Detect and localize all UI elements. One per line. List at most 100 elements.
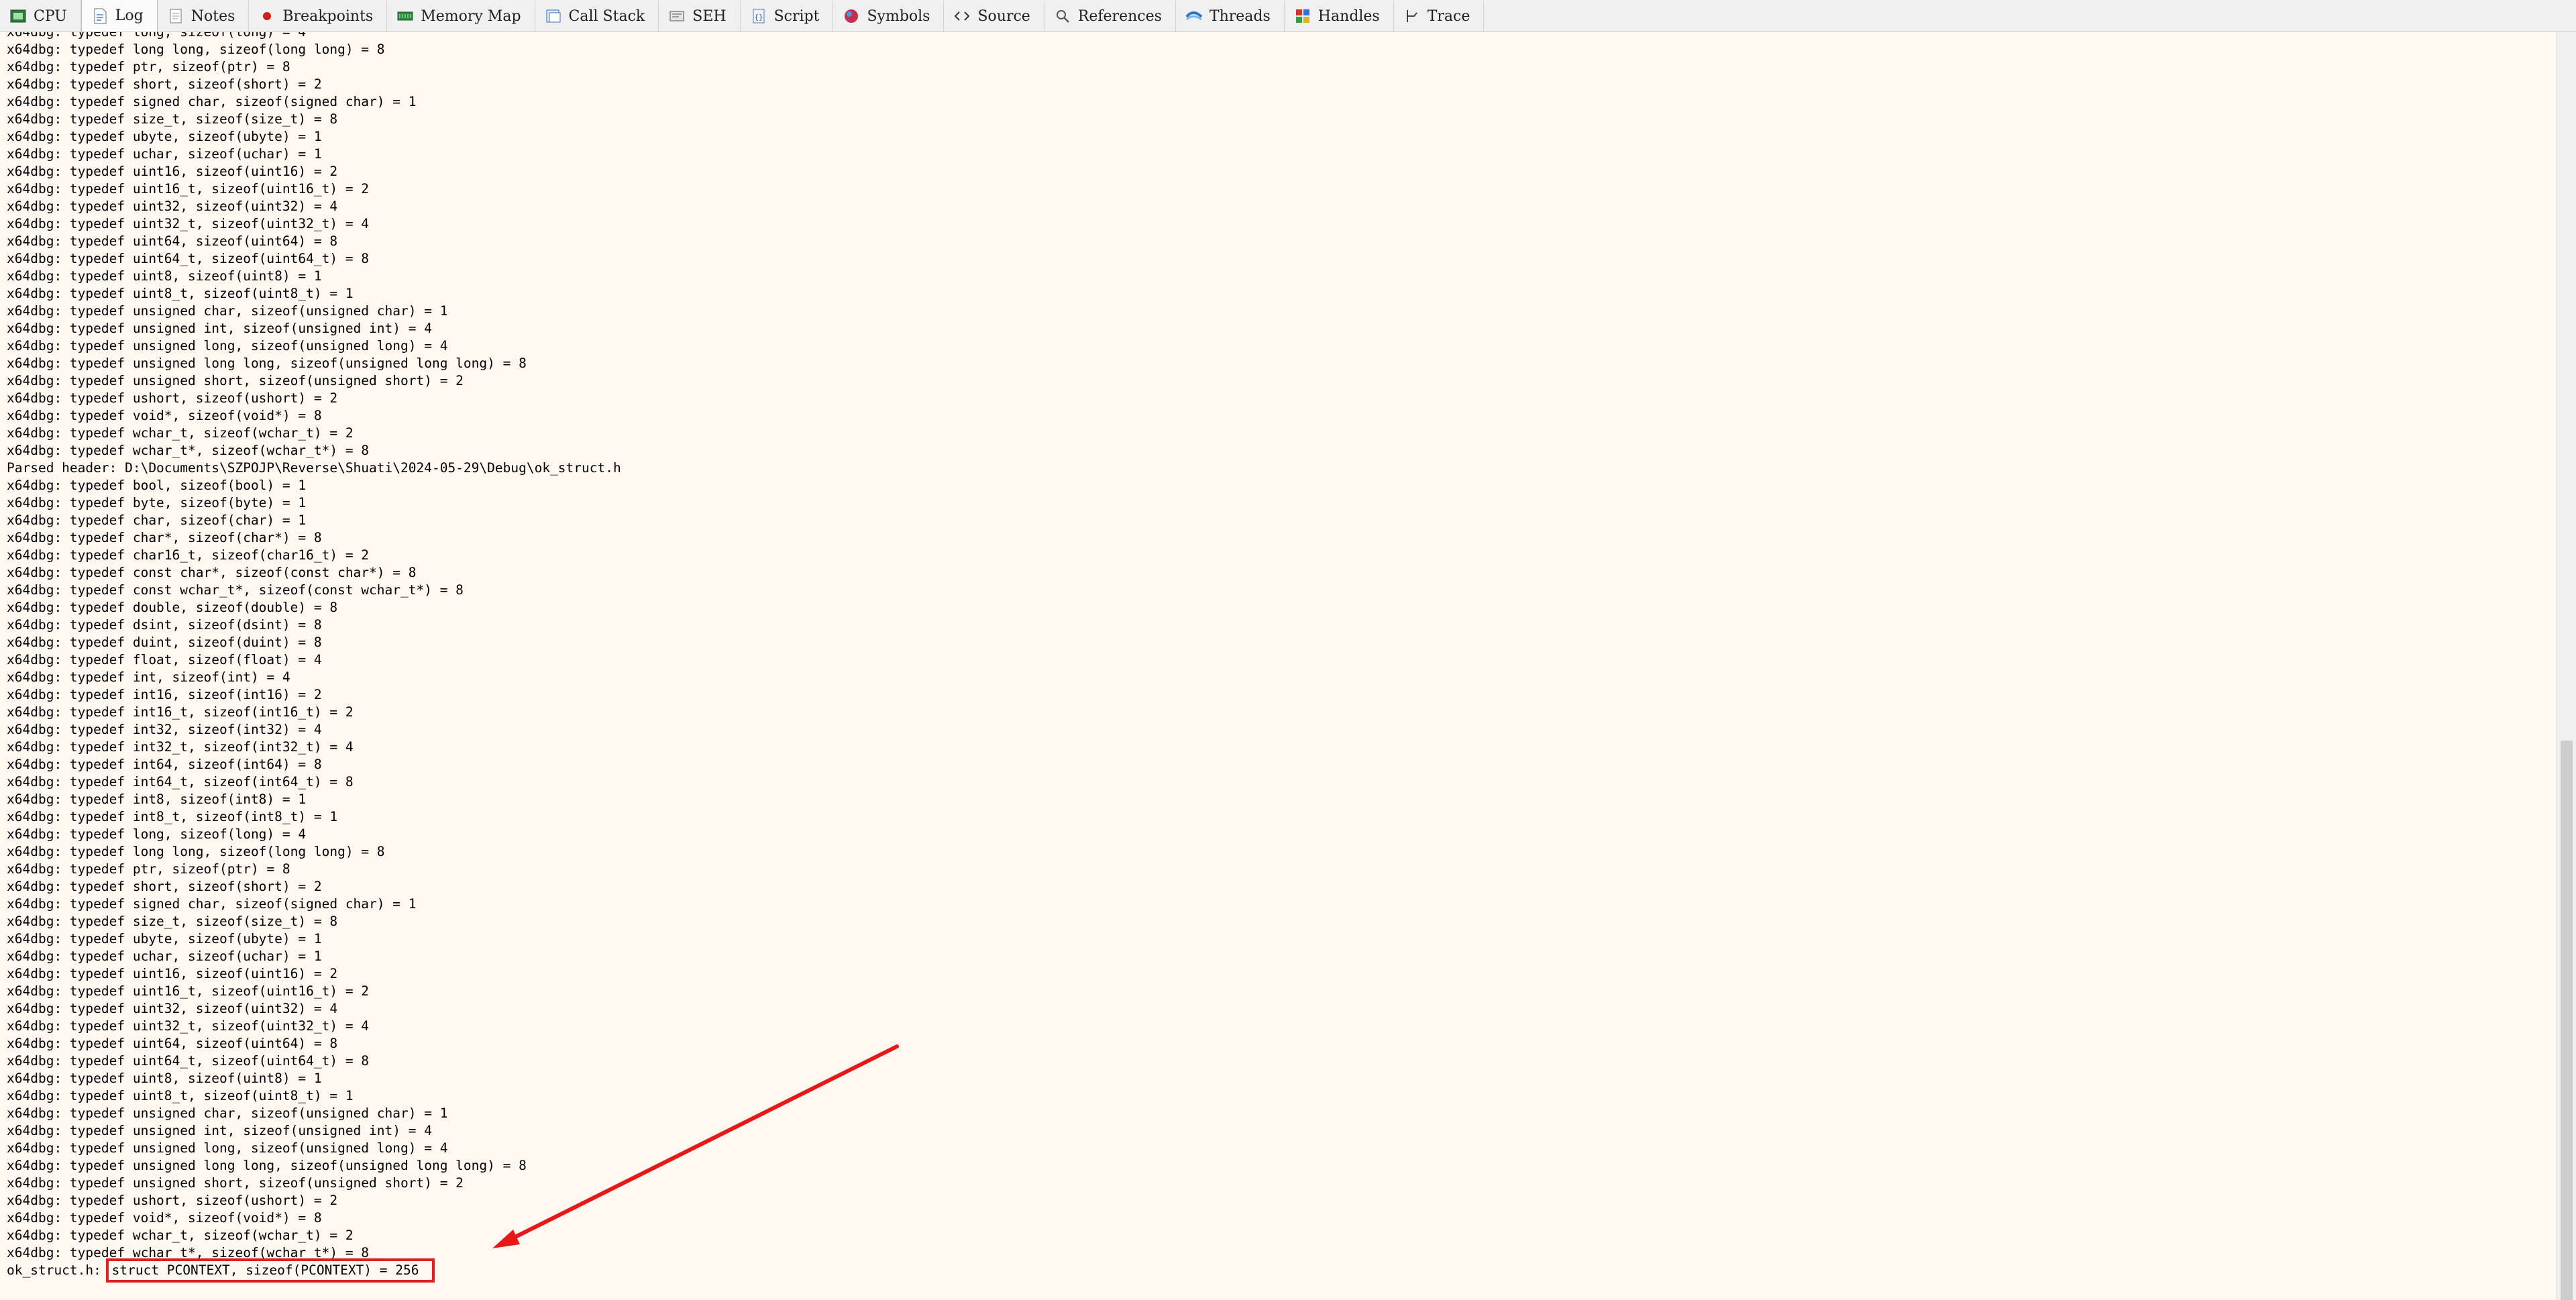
tab-script[interactable]: {} Script	[740, 1, 834, 32]
log-line: x64dbg: typedef int, sizeof(int) = 4	[7, 669, 290, 685]
log-line: x64dbg: typedef ubyte, sizeof(ubyte) = 1	[7, 931, 322, 946]
tab-label: Memory Map	[421, 7, 521, 25]
tab-threads[interactable]: Threads	[1175, 1, 1285, 32]
log-line: x64dbg: typedef uint32_t, sizeof(uint32_…	[7, 216, 370, 231]
threads-icon	[1185, 7, 1203, 25]
log-line: x64dbg: typedef ptr, sizeof(ptr) = 8	[7, 59, 290, 74]
log-line: x64dbg: typedef wchar_t*, sizeof(wchar_t…	[7, 443, 370, 458]
tab-label: References	[1077, 7, 1162, 25]
log-line: x64dbg: typedef unsigned long long, size…	[7, 356, 527, 371]
log-line: x64dbg: typedef unsigned long, sizeof(un…	[7, 338, 448, 354]
log-line: x64dbg: typedef ushort, sizeof(ushort) =…	[7, 1193, 338, 1208]
log-line: x64dbg: typedef short, sizeof(short) = 2	[7, 76, 322, 92]
log-line: x64dbg: typedef uint8, sizeof(uint8) = 1	[7, 268, 322, 284]
log-line: x64dbg: typedef uint32_t, sizeof(uint32_…	[7, 1018, 370, 1034]
tab-seh[interactable]: SEH	[659, 1, 741, 32]
script-icon: {}	[750, 7, 767, 25]
tab-memory-map[interactable]: Memory Map	[387, 1, 535, 32]
log-line: x64dbg: typedef dsint, sizeof(dsint) = 8	[7, 617, 322, 633]
log-line: x64dbg: typedef long, sizeof(long) = 4	[7, 32, 2549, 41]
log-line: x64dbg: typedef short, sizeof(short) = 2	[7, 879, 322, 894]
log-line: x64dbg: typedef char16_t, sizeof(char16_…	[7, 547, 370, 563]
log-line: x64dbg: typedef uint16, sizeof(uint16) =…	[7, 966, 338, 981]
tab-notes[interactable]: Notes	[157, 1, 250, 32]
log-line: x64dbg: typedef uint64_t, sizeof(uint64_…	[7, 251, 370, 266]
tab-label: CPU	[34, 7, 67, 25]
log-line: x64dbg: typedef size_t, sizeof(size_t) =…	[7, 914, 338, 929]
log-line: x64dbg: typedef size_t, sizeof(size_t) =…	[7, 111, 338, 127]
log-line: x64dbg: typedef void*, sizeof(void*) = 8	[7, 408, 322, 423]
svg-text:{}: {}	[754, 13, 763, 21]
tab-call-stack[interactable]: Call Stack	[535, 1, 659, 32]
log-line: x64dbg: typedef long long, sizeof(long l…	[7, 844, 385, 859]
tab-source[interactable]: Source	[944, 1, 1044, 32]
seh-icon	[668, 7, 686, 25]
log-line: x64dbg: typedef char, sizeof(char) = 1	[7, 512, 307, 528]
log-line: x64dbg: typedef ubyte, sizeof(ubyte) = 1	[7, 129, 322, 144]
log-line: x64dbg: typedef wchar_t, sizeof(wchar_t)…	[7, 425, 354, 441]
log-line: x64dbg: typedef unsigned short, sizeof(u…	[7, 1175, 464, 1191]
log-line: x64dbg: typedef wchar_t, sizeof(wchar_t)…	[7, 1228, 354, 1243]
log-line: x64dbg: typedef uint16_t, sizeof(uint16_…	[7, 181, 370, 197]
source-icon	[953, 7, 971, 25]
log-line: x64dbg: typedef ushort, sizeof(ushort) =…	[7, 390, 338, 406]
breakpoint-icon	[258, 7, 276, 25]
log-line: x64dbg: typedef long long, sizeof(long l…	[7, 42, 385, 57]
log-view[interactable]: x64dbg: typedef long, sizeof(long) = 4x6…	[0, 32, 2556, 1300]
highlighted-struct-size: struct PCONTEXT, sizeof(PCONTEXT) = 256	[105, 1258, 435, 1283]
tab-bar: CPU Log Notes Breakpoints Memory Map Call Sta…	[0, 0, 2576, 32]
log-line: x64dbg: typedef uint32, sizeof(uint32) =…	[7, 1001, 338, 1016]
log-lines: x64dbg: typedef long, sizeof(long) = 4x6…	[7, 32, 2549, 1283]
x64dbg-window: CPU Log Notes Breakpoints Memory Map Call Sta…	[0, 0, 2576, 1300]
tab-cpu[interactable]: CPU	[0, 1, 81, 32]
log-line: x64dbg: typedef uint64_t, sizeof(uint64_…	[7, 1053, 370, 1069]
tab-label: Call Stack	[568, 7, 645, 25]
tab-breakpoints[interactable]: Breakpoints	[249, 1, 388, 32]
tab-label: Log	[115, 7, 144, 24]
log-line: x64dbg: typedef int16_t, sizeof(int16_t)…	[7, 704, 354, 720]
tab-symbols[interactable]: Symbols	[833, 1, 945, 32]
tab-label: Trace	[1427, 7, 1470, 25]
call-stack-icon	[545, 7, 562, 25]
log-line: x64dbg: typedef uint64, sizeof(uint64) =…	[7, 1036, 338, 1051]
log-line: x64dbg: typedef uint64, sizeof(uint64) =…	[7, 233, 338, 249]
tab-label: Notes	[191, 7, 235, 25]
tab-references[interactable]: References	[1044, 1, 1176, 32]
tab-label: Breakpoints	[282, 7, 374, 25]
log-line: x64dbg: typedef int64_t, sizeof(int64_t)…	[7, 774, 354, 790]
log-line-last: ok_struct.h: struct PCONTEXT, sizeof(PCO…	[7, 1258, 2549, 1283]
log-line: x64dbg: typedef uchar, sizeof(uchar) = 1	[7, 146, 322, 162]
log-line: x64dbg: typedef unsigned short, sizeof(u…	[7, 373, 464, 388]
tab-label: Handles	[1318, 7, 1380, 25]
tab-label: SEH	[692, 7, 727, 25]
tab-log[interactable]: Log	[80, 0, 158, 32]
log-line: x64dbg: typedef uint8, sizeof(uint8) = 1	[7, 1071, 322, 1086]
log-line: x64dbg: typedef int32, sizeof(int32) = 4	[7, 722, 322, 737]
cpu-icon	[9, 7, 27, 25]
log-line-prefix: ok_struct.h:	[7, 1262, 109, 1278]
log-line: x64dbg: typedef void*, sizeof(void*) = 8	[7, 1210, 322, 1226]
log-line: x64dbg: typedef unsigned int, sizeof(uns…	[7, 321, 432, 336]
log-line: x64dbg: typedef int64, sizeof(int64) = 8	[7, 757, 322, 772]
log-line: x64dbg: typedef bool, sizeof(bool) = 1	[7, 478, 307, 493]
tab-trace[interactable]: Trace	[1393, 1, 1485, 32]
log-line: x64dbg: typedef uint32, sizeof(uint32) =…	[7, 199, 338, 214]
log-line: x64dbg: typedef uint8_t, sizeof(uint8_t)…	[7, 286, 354, 301]
tab-label: Source	[977, 7, 1030, 25]
log-line: x64dbg: typedef int16, sizeof(int16) = 2	[7, 687, 322, 702]
log-icon	[91, 7, 109, 25]
log-line: x64dbg: typedef unsigned int, sizeof(uns…	[7, 1123, 432, 1138]
tab-handles[interactable]: Handles	[1284, 1, 1394, 32]
symbols-icon	[843, 7, 860, 25]
notes-icon	[167, 7, 184, 25]
log-line: x64dbg: typedef uchar, sizeof(uchar) = 1	[7, 949, 322, 964]
tab-label: Symbols	[867, 7, 930, 25]
references-icon	[1054, 7, 1071, 25]
log-line: x64dbg: typedef long, sizeof(long) = 4	[7, 826, 307, 842]
log-line: x64dbg: typedef unsigned char, sizeof(un…	[7, 1105, 448, 1121]
scrollbar-thumb[interactable]	[2561, 741, 2573, 1300]
tab-label: Script	[773, 7, 820, 25]
log-line: x64dbg: typedef int8, sizeof(int8) = 1	[7, 792, 307, 807]
log-line: x64dbg: typedef wchar_t*, sizeof(wchar_t…	[7, 1245, 370, 1260]
vertical-scrollbar[interactable]	[2556, 32, 2576, 1300]
